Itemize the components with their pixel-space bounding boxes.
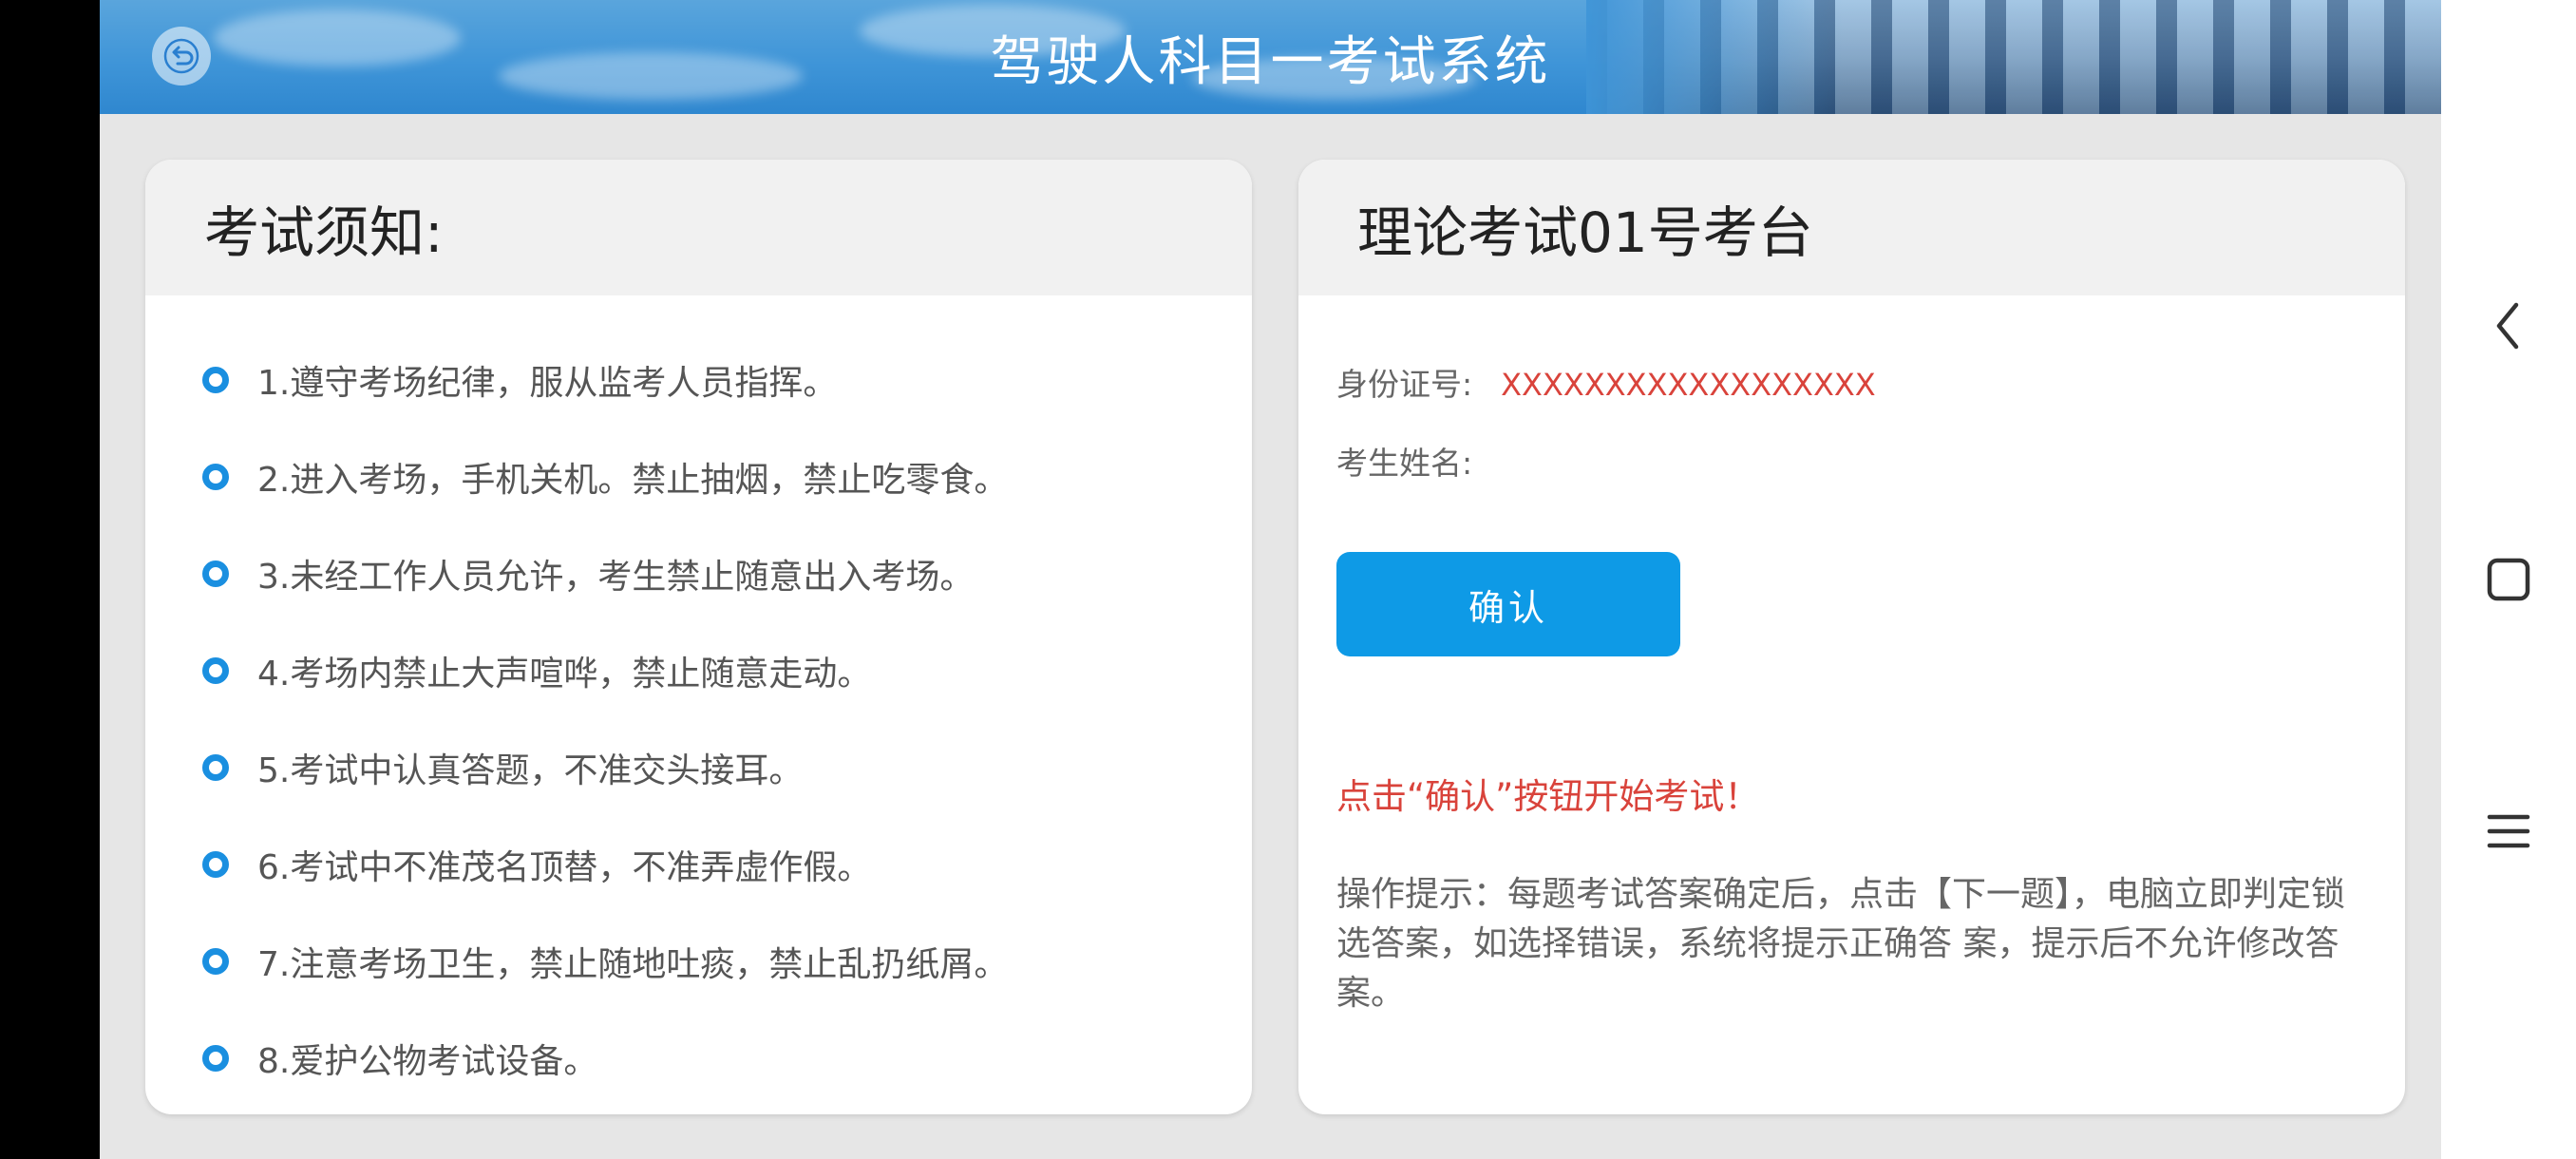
rule-item: 2.进入考场，手机关机。禁止抽烟，禁止吃零食。 <box>202 428 1252 525</box>
exam-station-card: 理论考试01号考台 身份证号: XXXXXXXXXXXXXXXXXX 考生姓名: … <box>1298 160 2405 1114</box>
rule-item: 5.考试中认真答题，不准交头接耳。 <box>202 719 1252 816</box>
confirm-button[interactable]: 确认 <box>1336 552 1680 656</box>
exam-notice-card: 考试须知: 1.遵守考场纪律，服从监考人员指挥。 2.进入考场，手机关机。禁止抽… <box>145 160 1252 1114</box>
id-number-row: 身份证号: XXXXXXXXXXXXXXXXXX <box>1336 359 1876 405</box>
system-navigation-bar <box>2441 0 2576 1159</box>
menu-icon <box>2487 814 2530 848</box>
rule-text: 5.考试中认真答题，不准交头接耳。 <box>257 751 804 790</box>
left-screen-edge <box>0 0 100 1159</box>
nav-home-button[interactable] <box>2475 546 2542 613</box>
notice-heading: 考试须知: <box>145 160 1252 295</box>
nav-back-button[interactable] <box>2475 293 2542 359</box>
chevron-left-icon <box>2496 302 2519 350</box>
candidate-name-label: 考生姓名: <box>1336 445 1473 482</box>
bullet-icon <box>202 948 229 975</box>
start-hint: 点击“确认”按钮开始考试！ <box>1336 776 1760 817</box>
bullet-icon <box>202 851 229 878</box>
nav-menu-button[interactable] <box>2475 798 2542 864</box>
rule-text: 8.爱护公物考试设备。 <box>257 1042 598 1081</box>
app-window: 驾驶人科目一考试系统 考试须知: 1.遵守考场纪律，服从监考人员指挥。 2.进入… <box>100 0 2441 1159</box>
bullet-icon <box>202 1045 229 1072</box>
square-icon <box>2487 558 2530 601</box>
rule-text: 2.进入考场，手机关机。禁止抽烟，禁止吃零食。 <box>257 461 1009 500</box>
rule-text: 7.注意考场卫生，禁止随地吐痰，禁止乱扔纸屑。 <box>257 945 1009 984</box>
rule-item: 8.爱护公物考试设备。 <box>202 1010 1252 1107</box>
bullet-icon <box>202 657 229 684</box>
rule-text: 6.考试中不准茂名顶替，不准弄虚作假。 <box>257 848 872 887</box>
rule-item: 1.遵守考场纪律，服从监考人员指挥。 <box>202 332 1252 428</box>
rule-item: 6.考试中不准茂名顶替，不准弄虚作假。 <box>202 816 1252 913</box>
rule-text: 1.遵守考场纪律，服从监考人员指挥。 <box>257 364 838 403</box>
id-number-label: 身份证号: <box>1336 366 1473 403</box>
rules-list: 1.遵守考场纪律，服从监考人员指挥。 2.进入考场，手机关机。禁止抽烟，禁止吃零… <box>145 295 1252 1107</box>
operation-hint: 操作提示：每题考试答案确定后，点击【下一题】，电脑立即判定锁选答案，如选择错误，… <box>1336 875 2346 1013</box>
header-banner: 驾驶人科目一考试系统 <box>100 0 2441 114</box>
rule-text: 4.考场内禁止大声喧哗，禁止随意走动。 <box>257 655 872 694</box>
rule-item: 4.考场内禁止大声喧哗，禁止随意走动。 <box>202 622 1252 719</box>
bullet-icon <box>202 754 229 781</box>
rule-text: 3.未经工作人员允许，考生禁止随意出入考场。 <box>257 558 975 597</box>
id-number-value: XXXXXXXXXXXXXXXXXX <box>1501 367 1876 403</box>
station-heading: 理论考试01号考台 <box>1298 160 2405 295</box>
bullet-icon <box>202 560 229 587</box>
page-title: 驾驶人科目一考试系统 <box>990 30 1551 93</box>
bullet-icon <box>202 367 229 393</box>
candidate-name-row: 考生姓名: <box>1336 438 1501 484</box>
rule-item: 3.未经工作人员允许，考生禁止随意出入考场。 <box>202 525 1252 622</box>
bullet-icon <box>202 464 229 490</box>
rule-item: 7.注意考场卫生，禁止随地吐痰，禁止乱扔纸屑。 <box>202 913 1252 1010</box>
